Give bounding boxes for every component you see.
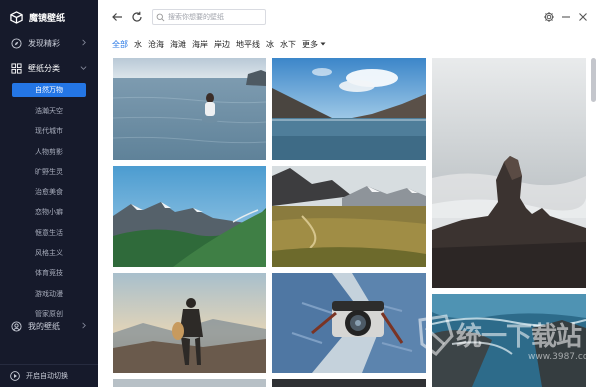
tab-underwater[interactable]: 水下: [280, 39, 296, 50]
wallpaper-thumbnail[interactable]: [272, 273, 426, 373]
category-item-active[interactable]: 自然万物: [12, 83, 86, 97]
tab-more[interactable]: 更多: [302, 39, 326, 50]
category-item[interactable]: 旷野生灵: [0, 162, 98, 182]
arrow-left-icon[interactable]: [111, 11, 123, 23]
wallpaper-image: [432, 58, 586, 288]
sidebar: 魔镜壁纸 发现精彩 壁纸分类 自然万物 浩瀚天空 现代城市 人物剪影 旷野生灵 …: [0, 0, 98, 387]
nav-category[interactable]: 壁纸分类: [0, 58, 98, 78]
refresh-icon[interactable]: [131, 11, 143, 23]
topbar: [98, 0, 600, 34]
watermark-text: 统一下载站: [456, 322, 582, 352]
category-item[interactable]: 恋物小癖: [0, 202, 98, 222]
watermark-logo: [418, 314, 454, 357]
watermark-url: www.3987.com: [528, 352, 598, 362]
category-item[interactable]: 现代城市: [0, 121, 98, 141]
scrollbar-thumb[interactable]: [591, 58, 596, 102]
wallpaper-image: [272, 58, 426, 160]
search-icon: [156, 13, 165, 21]
wallpaper-image: [113, 273, 266, 373]
category-item[interactable]: 游戏动漫: [0, 284, 98, 304]
grid-icon: [11, 62, 22, 74]
tab-more-label: 更多: [302, 39, 318, 49]
nav-discover[interactable]: 发现精彩: [0, 33, 98, 53]
app-title: 魔镜壁纸: [29, 13, 66, 24]
cube-logo-icon: [10, 10, 23, 24]
search-box[interactable]: [152, 9, 266, 25]
tag-tabs: 全部 水 沧海 海滩 海岸 岸边 地平线 冰 水下 更多: [112, 37, 326, 51]
close-icon[interactable]: [577, 11, 589, 23]
auto-switch-button[interactable]: 开启自动切换: [0, 364, 98, 387]
wallpaper-thumbnail[interactable]: [113, 58, 266, 160]
wallpaper-thumbnail[interactable]: [272, 379, 426, 387]
auto-switch-label: 开启自动切换: [26, 372, 68, 380]
nav-category-label: 壁纸分类: [28, 63, 60, 73]
play-icon: [10, 371, 20, 381]
chevron-right-icon: [82, 322, 86, 329]
tab-shore[interactable]: 岸边: [214, 39, 230, 50]
wallpaper-image: [113, 58, 266, 160]
nav-mine[interactable]: 我的壁纸: [0, 316, 98, 336]
wallpaper-thumbnail[interactable]: [272, 58, 426, 160]
category-item[interactable]: 人物剪影: [0, 142, 98, 162]
tab-water[interactable]: 水: [134, 39, 142, 50]
tab-all[interactable]: 全部: [112, 39, 128, 50]
wallpaper-image: [272, 273, 426, 373]
category-item[interactable]: 治愈美食: [0, 182, 98, 202]
wallpaper-thumbnail[interactable]: [113, 273, 266, 373]
category-item[interactable]: 风格主义: [0, 243, 98, 263]
chevron-down-icon: [80, 66, 87, 70]
nav-mine-label: 我的壁纸: [28, 321, 60, 331]
category-item[interactable]: 浩瀚天空: [0, 101, 98, 121]
search-input[interactable]: [168, 13, 264, 21]
wallpaper-image: [113, 166, 266, 267]
category-item[interactable]: 惬意生活: [0, 223, 98, 243]
watermark: 统一下载站 www.3987.com: [408, 308, 597, 378]
nav-discover-label: 发现精彩: [28, 38, 60, 48]
brand: 魔镜壁纸: [10, 8, 65, 26]
category-item[interactable]: 体育竞技: [0, 263, 98, 283]
tab-horizon[interactable]: 地平线: [236, 39, 260, 50]
chevron-right-icon: [82, 39, 86, 46]
compass-icon: [11, 37, 22, 49]
scrollbar[interactable]: [591, 58, 596, 383]
tab-ice[interactable]: 冰: [266, 39, 274, 50]
tab-sea[interactable]: 沧海: [148, 39, 164, 50]
wallpaper-thumbnail[interactable]: [432, 58, 586, 288]
wallpaper-image: [272, 166, 426, 267]
user-icon: [11, 320, 22, 332]
category-list: 自然万物 浩瀚天空 现代城市 人物剪影 旷野生灵 治愈美食 恋物小癖 惬意生活 …: [0, 81, 98, 324]
gear-icon[interactable]: [543, 11, 555, 23]
wallpaper-thumbnail[interactable]: [272, 166, 426, 267]
wallpaper-image: [272, 379, 426, 387]
wallpaper-thumbnail[interactable]: [113, 166, 266, 267]
wallpaper-thumbnail[interactable]: [113, 379, 266, 387]
minimize-icon[interactable]: [560, 11, 572, 23]
wallpaper-image: [113, 379, 266, 387]
tab-coast[interactable]: 海岸: [192, 39, 208, 50]
caret-down-icon: [320, 42, 326, 46]
tab-beach[interactable]: 海滩: [170, 39, 186, 50]
